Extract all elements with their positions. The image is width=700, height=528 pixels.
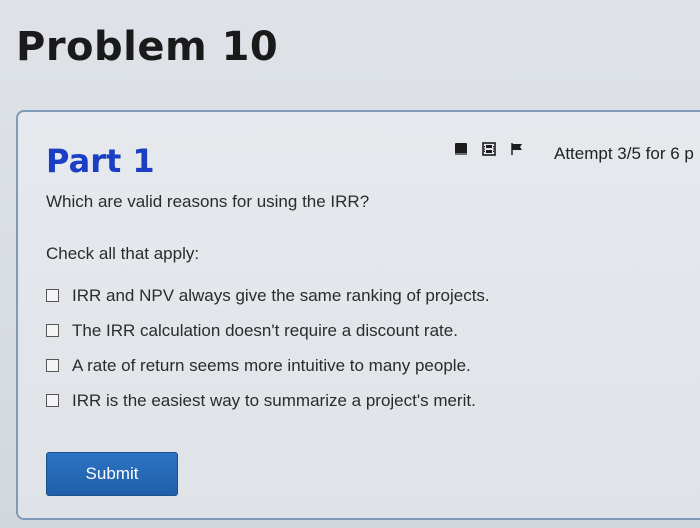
question-card: Part 1 Attempt 3/5 for 6 p Which are val… [16,110,700,520]
book-icon[interactable] [454,142,468,156]
answer-checkbox[interactable] [46,359,59,372]
answer-option-4[interactable]: IRR is the easiest way to summarize a pr… [46,383,490,418]
question-instruction: Check all that apply: [46,244,200,263]
answer-checkbox[interactable] [46,394,59,407]
flag-icon[interactable] [510,142,524,156]
answer-label: IRR and NPV always give the same ranking… [72,285,490,305]
film-icon[interactable] [482,142,496,156]
answer-option-3[interactable]: A rate of return seems more intuitive to… [46,348,490,383]
answer-label: IRR is the easiest way to summarize a pr… [72,390,476,410]
part-title: Part 1 [46,142,155,180]
answer-label: The IRR calculation doesn't require a di… [72,320,458,340]
answer-option-2[interactable]: The IRR calculation doesn't require a di… [46,313,490,348]
part-toolbar [454,142,524,156]
problem-title: Problem 10 [16,24,279,70]
answer-checkbox[interactable] [46,289,59,302]
attempt-counter: Attempt 3/5 for 6 p [554,144,694,163]
question-text: Which are valid reasons for using the IR… [46,192,370,211]
page: Problem 10 Part 1 Attempt 3/5 for 6 p Wh… [0,0,700,528]
answer-options: IRR and NPV always give the same ranking… [46,278,490,418]
answer-label: A rate of return seems more intuitive to… [72,355,471,375]
answer-option-1[interactable]: IRR and NPV always give the same ranking… [46,278,490,313]
answer-checkbox[interactable] [46,324,59,337]
submit-button[interactable]: Submit [46,452,178,496]
